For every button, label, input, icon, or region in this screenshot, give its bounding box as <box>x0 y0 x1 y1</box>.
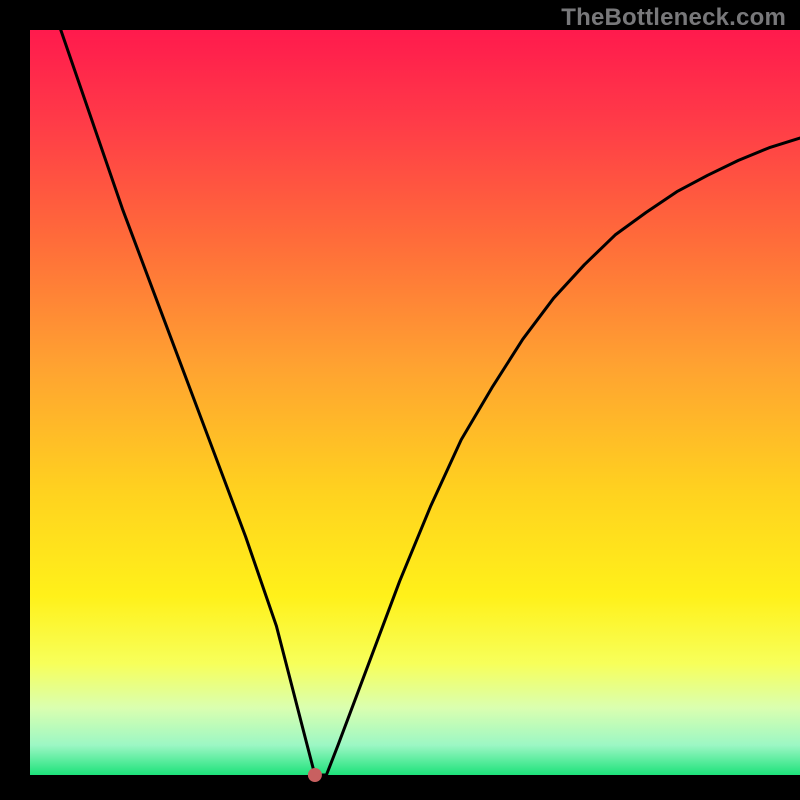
bottleneck-chart <box>0 0 800 800</box>
chart-frame: TheBottleneck.com <box>0 0 800 800</box>
optimal-point-marker <box>308 768 322 782</box>
watermark-text: TheBottleneck.com <box>561 4 786 32</box>
plot-background <box>30 30 800 775</box>
